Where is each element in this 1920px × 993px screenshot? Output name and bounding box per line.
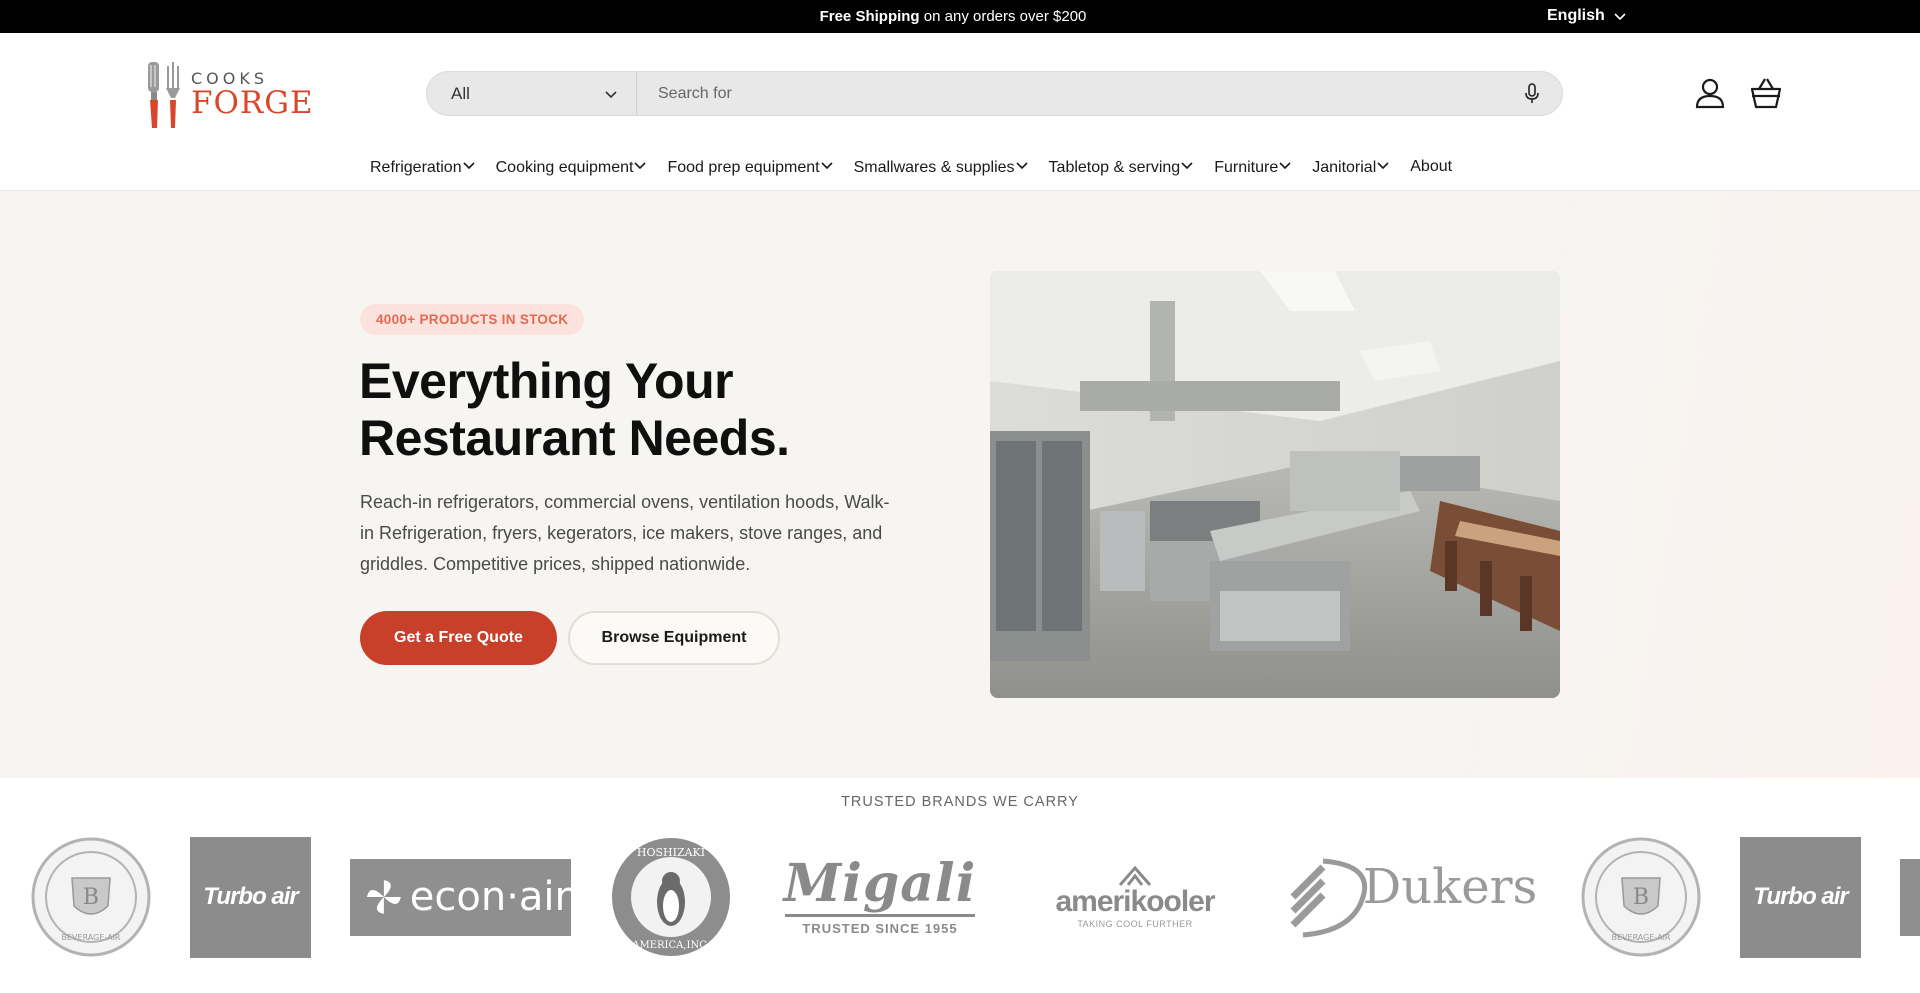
brand-logo-dukers[interactable]: Dukers (1280, 836, 1540, 958)
nav-item-smallwares-supplies[interactable]: Smallwares & supplies (854, 158, 1029, 177)
cart-button[interactable] (1749, 76, 1783, 110)
user-icon (1695, 78, 1725, 109)
chevron-down-icon (634, 162, 647, 170)
nav-label: Tabletop & serving (1048, 159, 1181, 176)
amerikooler-wordmark: amerikooler (1055, 885, 1215, 918)
hoshizaki-top-text: HOSHIZAKI (637, 846, 705, 859)
hero-title: Everything Your Restaurant Needs. (359, 353, 919, 467)
chevron-down-icon (821, 162, 833, 170)
beverage-air-text: BEVERAGE-AIR (1612, 933, 1671, 942)
hoshizaki-bottom-text: AMERICA,INC. (631, 940, 709, 951)
turbo-air-wordmark: Turbo air (1740, 836, 1861, 958)
nav-label: Cooking equipment (495, 159, 634, 176)
hero-title-line1: Everything Your (359, 353, 734, 409)
nav-label: Refrigeration (370, 159, 462, 176)
voice-search-button[interactable] (1502, 72, 1562, 115)
chevron-down-icon (1377, 162, 1389, 170)
nav-item-food-prep-equipment[interactable]: Food prep equipment (667, 158, 833, 177)
brand-logo-migali[interactable]: Migali TRUSTED SINCE 1955 (775, 836, 985, 958)
chevron-down-icon (1015, 162, 1028, 170)
hoshizaki-seal-icon: HOSHIZAKI AMERICA,INC. (612, 838, 730, 956)
hero-section: 4000+ PRODUCTS IN STOCK Everything Your R… (0, 191, 1920, 778)
brands-heading: TRUSTED BRANDS WE CARRY (841, 794, 1079, 810)
language-selector[interactable]: English (1547, 7, 1627, 25)
chevron-down-icon (1614, 13, 1626, 21)
logo-wordmark: COOKS FORGE (191, 71, 314, 119)
brand-logo-hoshizaki[interactable]: HOSHIZAKI AMERICA,INC. (610, 836, 732, 958)
beverage-air-seal-icon: B BEVERAGE-AIR (31, 837, 151, 957)
nav-label: Furniture (1214, 159, 1279, 176)
nav-item-refrigeration[interactable]: Refrigeration (370, 158, 476, 177)
fan-icon (366, 880, 401, 914)
announcement-text: on any orders over $200 (919, 8, 1087, 25)
main-navigation: Refrigeration Cooking equipment Food pre… (370, 158, 1452, 177)
search-category-select[interactable]: All (427, 72, 637, 115)
beverage-air-seal-icon: B BEVERAGE-AIR (1581, 837, 1701, 957)
beverage-air-text: BEVERAGE-AIR (62, 933, 121, 942)
dukers-swoosh-icon (1290, 858, 1367, 938)
announcement-bar: Free Shipping on any orders over $200 En… (0, 0, 1920, 33)
nav-item-janitorial[interactable]: Janitorial (1312, 158, 1390, 177)
hero-description: Reach-in refrigerators, commercial ovens… (360, 492, 890, 574)
amerikooler-tagline: TAKING COOL FURTHER (1077, 919, 1193, 929)
stock-badge: 4000+ PRODUCTS IN STOCK (360, 304, 585, 335)
migali-tagline: TRUSTED SINCE 1955 (802, 921, 958, 936)
get-free-quote-button[interactable]: Get a Free Quote (360, 611, 557, 665)
brand-logo-beverage-air[interactable]: B BEVERAGE-AIR (30, 836, 152, 958)
search-category-label: All (451, 83, 470, 103)
nav-label: Food prep equipment (667, 159, 820, 176)
chevron-down-icon (1279, 162, 1291, 170)
chevron-down-icon (463, 162, 475, 170)
econ-air-badge: econ·air (350, 858, 571, 936)
partial-logo-block (1900, 858, 1920, 936)
brand-logo-partial (1900, 836, 1920, 958)
nav-item-tabletop-serving[interactable]: Tabletop & serving (1049, 158, 1195, 177)
brand-logo-beverage-air[interactable]: B BEVERAGE-AIR (1580, 836, 1702, 958)
logo-word-bottom: FORGE (191, 85, 314, 121)
fork-spatula-logo-icon (148, 62, 180, 128)
migali-underline (785, 914, 975, 917)
nav-item-about[interactable]: About (1410, 158, 1452, 177)
commercial-kitchen-illustration (990, 271, 1560, 698)
nav-label: About (1410, 158, 1453, 175)
dukers-wordmark: Dukers (1362, 859, 1538, 915)
hero-title-line2: Restaurant Needs. (359, 410, 790, 466)
turbo-air-wordmark: Turbo air (190, 836, 311, 958)
language-label: English (1547, 7, 1605, 24)
svg-text:B: B (1633, 885, 1649, 910)
migali-wordmark: Migali (783, 853, 977, 914)
brand-logo-turbo-air[interactable]: Turbo air (190, 836, 311, 958)
svg-text:B: B (83, 885, 99, 910)
kitchen-photo (990, 271, 1560, 698)
search-bar: All (426, 71, 1563, 116)
chevron-down-icon (1181, 162, 1193, 170)
econ-air-wordmark: econ·air (409, 874, 571, 920)
brand-logo-econ-air[interactable]: econ·air (350, 836, 571, 958)
mountain-icon (1118, 865, 1152, 886)
nav-item-cooking-equipment[interactable]: Cooking equipment (496, 158, 648, 177)
account-button[interactable] (1694, 77, 1726, 109)
brand-logo-amerikooler[interactable]: amerikooler TAKING COOL FURTHER (1050, 836, 1220, 958)
microphone-icon (1525, 82, 1539, 103)
brand-logo-turbo-air[interactable]: Turbo air (1740, 836, 1861, 958)
search-input[interactable] (637, 72, 1502, 115)
nav-label: Janitorial (1312, 159, 1377, 176)
nav-label: Smallwares & supplies (853, 159, 1015, 176)
browse-equipment-button[interactable]: Browse Equipment (568, 611, 780, 665)
chevron-down-icon (605, 90, 617, 98)
announcement-bold: Free Shipping (819, 8, 920, 25)
nav-item-furniture[interactable]: Furniture (1214, 158, 1292, 177)
basket-icon (1750, 78, 1782, 109)
site-header: COOKS FORGE All Refriger (0, 33, 1920, 191)
site-logo[interactable]: COOKS FORGE (145, 57, 313, 133)
